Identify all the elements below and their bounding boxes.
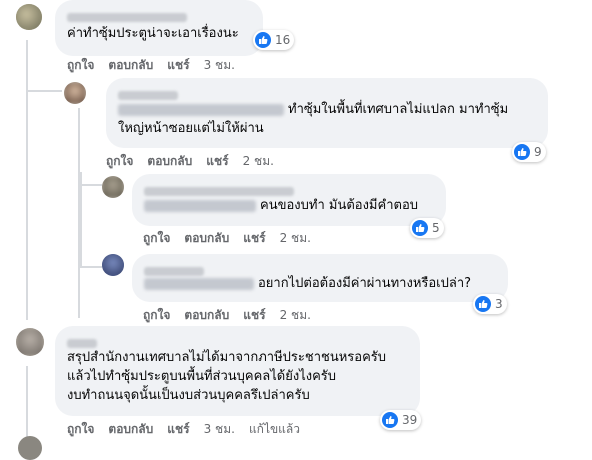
comment-actions: ถูกใจ ตอบกลับ แชร์ 2 ชม.: [143, 306, 311, 325]
comment-bubble: คนของบทำ มันต้องมีคำตอบ: [132, 174, 446, 226]
avatar[interactable]: [16, 4, 42, 30]
comment-text-line: สรุปสำนักงานเทศบาลไม่ได้มาจากภาษีประชาชน…: [67, 350, 387, 365]
comment-text-line: ใหญ่หน้าซอยแต่ไม่ให้ผ่าน: [118, 121, 264, 136]
commenter-name[interactable]: [144, 262, 496, 276]
timestamp[interactable]: 2 ชม.: [280, 229, 311, 248]
comment-actions: ถูกใจ ตอบกลับ แชร์ 2 ชม.: [106, 152, 274, 171]
like-button[interactable]: ถูกใจ: [67, 420, 94, 439]
reply-button[interactable]: ตอบกลับ: [108, 420, 153, 439]
thread-connector: [80, 266, 102, 268]
timestamp[interactable]: 3 ชม.: [204, 56, 235, 75]
comment-bubble: สรุปสำนักงานเทศบาลไม่ได้มาจากภาษีประชาชน…: [55, 326, 420, 416]
mention-tag[interactable]: [144, 277, 254, 290]
comment-text: คนของบทำ มันต้องมีคำตอบ: [260, 198, 418, 213]
commenter-name[interactable]: [67, 8, 251, 24]
comment-bubble: ค่าทำซุ้มประตูน่าจะเอาเรื่องนะ: [55, 0, 263, 56]
thread-line: [26, 366, 28, 443]
reaction-number: 9: [534, 145, 542, 159]
comment-text: ค่าทำซุ้มประตูน่าจะเอาเรื่องนะ: [67, 26, 239, 41]
like-button[interactable]: ถูกใจ: [67, 56, 94, 75]
comment-bubble: อยากไปต่อต้องมีค่าผ่านทางหรือเปล่า?: [132, 254, 508, 302]
comment-actions: ถูกใจ ตอบกลับ แชร์ 3 ชม. แก้ไขแล้ว: [67, 420, 300, 439]
avatar[interactable]: [16, 328, 44, 356]
timestamp[interactable]: 2 ชม.: [243, 152, 274, 171]
reaction-number: 3: [495, 297, 503, 311]
commenter-name[interactable]: [67, 334, 408, 348]
edited-label: แก้ไขแล้ว: [248, 422, 301, 436]
avatar[interactable]: [102, 254, 124, 276]
like-thumb-icon: [255, 32, 271, 48]
reaction-count[interactable]: 39: [380, 410, 422, 430]
share-button[interactable]: แชร์: [243, 229, 265, 248]
like-thumb-icon: [475, 296, 491, 312]
like-button[interactable]: ถูกใจ: [143, 306, 170, 325]
mention-tag[interactable]: [144, 199, 256, 212]
mention-tag[interactable]: [118, 103, 284, 116]
like-button[interactable]: ถูกใจ: [106, 152, 133, 171]
share-button[interactable]: แชร์: [167, 420, 189, 439]
comment-bubble: ทำซุ้มในพื้นที่เทศบาลไม่แปลก มาทำซุ้ม ให…: [106, 78, 548, 148]
reply-button[interactable]: ตอบกลับ: [147, 152, 192, 171]
reaction-count[interactable]: 3: [473, 294, 507, 314]
like-thumb-icon: [412, 220, 428, 236]
reply-button[interactable]: ตอบกลับ: [184, 306, 229, 325]
avatar[interactable]: [18, 436, 42, 460]
avatar[interactable]: [64, 82, 86, 104]
thread-connector: [26, 90, 62, 92]
comment-text-line: งบทำถนนจุดนั้นเป็นงบส่วนบุคคลรึเปล่าครับ: [67, 388, 310, 403]
comment-text-line: ทำซุ้มในพื้นที่เทศบาลไม่แปลก มาทำซุ้ม: [288, 102, 509, 117]
share-button[interactable]: แชร์: [206, 152, 228, 171]
thread-line: [26, 40, 28, 320]
reply-button[interactable]: ตอบกลับ: [108, 56, 153, 75]
comment-text: อยากไปต่อต้องมีค่าผ่านทางหรือเปล่า?: [258, 276, 472, 291]
comment-actions: ถูกใจ ตอบกลับ แชร์ 3 ชม.: [67, 56, 235, 75]
reply-button[interactable]: ตอบกลับ: [184, 229, 229, 248]
reaction-number: 39: [402, 413, 418, 427]
timestamp[interactable]: 2 ชม.: [280, 306, 311, 325]
timestamp[interactable]: 3 ชม.: [204, 420, 235, 439]
reaction-count[interactable]: 16: [253, 30, 295, 50]
reaction-number: 16: [275, 33, 291, 47]
share-button[interactable]: แชร์: [167, 56, 189, 75]
comment-actions: ถูกใจ ตอบกลับ แชร์ 2 ชม.: [143, 229, 311, 248]
avatar[interactable]: [102, 176, 124, 198]
thread-line: [80, 172, 82, 268]
like-thumb-icon: [382, 412, 398, 428]
share-button[interactable]: แชร์: [243, 306, 265, 325]
reaction-count[interactable]: 9: [512, 142, 546, 162]
commenter-name[interactable]: [144, 182, 434, 196]
reaction-count[interactable]: 5: [410, 218, 444, 238]
comment-text-line: แล้วไปทำซุ้มประตูบนพื้นที่ส่วนบุคคลได้ยั…: [67, 369, 337, 384]
thread-connector: [80, 184, 102, 186]
like-button[interactable]: ถูกใจ: [143, 229, 170, 248]
like-thumb-icon: [514, 144, 530, 160]
commenter-name[interactable]: [118, 86, 536, 100]
reaction-number: 5: [432, 221, 440, 235]
